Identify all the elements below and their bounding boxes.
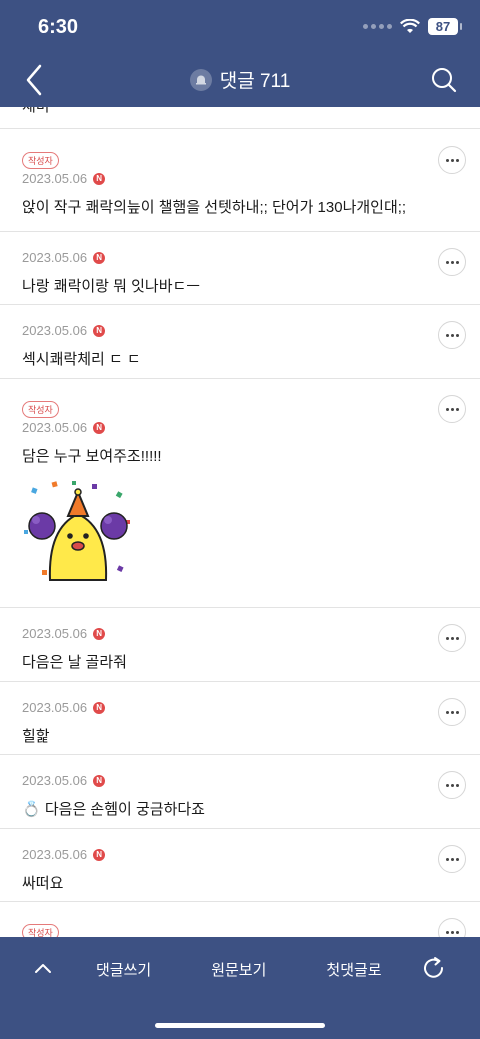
new-badge: N bbox=[93, 848, 106, 861]
more-options-button[interactable] bbox=[438, 918, 466, 937]
comment-meta: 2023.05.06 N bbox=[22, 305, 458, 338]
partial-comment-text: 재미 bbox=[22, 107, 50, 116]
partial-comment: 재미 bbox=[0, 107, 480, 129]
new-badge: N bbox=[93, 421, 106, 434]
search-button[interactable] bbox=[430, 66, 458, 94]
bottom-toolbar: 댓글쓰기 원문보기 첫댓글로 bbox=[0, 937, 480, 1039]
status-icons: 87 bbox=[363, 18, 462, 35]
more-options-button[interactable] bbox=[438, 624, 466, 652]
status-time: 6:30 bbox=[38, 16, 79, 38]
comment-text: 힐핥 bbox=[22, 728, 50, 745]
refresh-icon[interactable] bbox=[420, 955, 448, 983]
scroll-top-button[interactable] bbox=[30, 956, 56, 982]
comment-text: 나랑 쾌락이랑 뭐 잇나바ㄷㅡ bbox=[22, 278, 201, 295]
app-header: 6:30 87 댓글 711 bbox=[0, 0, 480, 107]
bell-icon[interactable] bbox=[189, 68, 212, 91]
author-tag: 작성자 bbox=[22, 924, 59, 937]
comment-date: 2023.05.06 bbox=[22, 847, 88, 862]
more-options-button[interactable] bbox=[438, 146, 466, 174]
new-badge: N bbox=[93, 627, 106, 640]
comment-item: 2023.05.06 N 섹시쾌락체리 ㄷ ㄷ bbox=[0, 305, 480, 379]
comment-item: 작성자 bbox=[0, 902, 480, 937]
comment-date: 2023.05.06 bbox=[22, 171, 88, 186]
comment-date: 2023.05.06 bbox=[22, 626, 88, 641]
comment-item: 2023.05.06 N 나랑 쾌락이랑 뭐 잇나바ㄷㅡ bbox=[0, 232, 480, 305]
more-options-button[interactable] bbox=[438, 395, 466, 423]
cheering-mascot-sticker bbox=[24, 481, 130, 581]
comment-text: 담은 누구 보여주조!!!!! bbox=[22, 448, 162, 465]
more-options-button[interactable] bbox=[438, 248, 466, 276]
more-options-button[interactable] bbox=[438, 698, 466, 726]
battery-icon: 87 bbox=[428, 18, 462, 35]
comment-text: 다음은 날 골라줘 bbox=[22, 654, 127, 671]
comment-meta: 2023.05.06 N bbox=[22, 420, 458, 435]
home-indicator bbox=[155, 1023, 325, 1028]
comment-date: 2023.05.06 bbox=[22, 250, 88, 265]
comment-meta: 2023.05.06 N bbox=[22, 608, 458, 641]
comment-item: 2023.05.06 N 싸떠요 bbox=[0, 829, 480, 902]
new-badge: N bbox=[93, 251, 106, 264]
comment-meta: 2023.05.06 N bbox=[22, 829, 458, 862]
author-tag: 작성자 bbox=[22, 401, 59, 418]
comment-item: 작성자 2023.05.06 N 앉이 작구 쾌락의늪이 챌햄을 선텟하내;; … bbox=[0, 129, 480, 232]
new-badge: N bbox=[93, 701, 106, 714]
page-title: 댓글 711 bbox=[219, 71, 291, 92]
comment-meta: 2023.05.06 N bbox=[22, 682, 458, 715]
comment-meta: 2023.05.06 N bbox=[22, 171, 458, 186]
comment-meta: 2023.05.06 N bbox=[22, 755, 458, 788]
more-options-button[interactable] bbox=[438, 321, 466, 349]
comment-text: 섹시쾌락체리 ㄷ ㄷ bbox=[22, 351, 141, 368]
wifi-icon bbox=[400, 18, 420, 33]
header-title-group: 댓글 711 bbox=[0, 66, 480, 93]
comment-text: 앉이 작구 쾌락의늪이 챌햄을 선텟하내;; 단어가 130나개인대;; bbox=[22, 199, 407, 216]
comment-date: 2023.05.06 bbox=[22, 420, 88, 435]
comment-text: 싸떠요 bbox=[22, 875, 64, 892]
toolbar-row: 댓글쓰기 원문보기 첫댓글로 bbox=[0, 937, 480, 1001]
comment-meta: 2023.05.06 N bbox=[22, 232, 458, 265]
write-comment-button[interactable]: 댓글쓰기 bbox=[96, 959, 151, 980]
comment-list[interactable]: 재미 작성자 2023.05.06 N 앉이 작구 쾌락의늪이 챌햄을 선텟하내… bbox=[0, 107, 480, 937]
author-tag: 작성자 bbox=[22, 152, 59, 169]
comment-item: 2023.05.06 N 다음은 날 골라줘 bbox=[0, 608, 480, 682]
new-badge: N bbox=[93, 774, 106, 787]
view-original-button[interactable]: 원문보기 bbox=[211, 959, 266, 980]
new-badge: N bbox=[93, 172, 106, 185]
comment-item: 2023.05.06 N 💍 다음은 손헴이 궁금하다죠 bbox=[0, 755, 480, 829]
signal-icon bbox=[363, 24, 392, 29]
comment-date: 2023.05.06 bbox=[22, 773, 88, 788]
new-badge: N bbox=[93, 324, 106, 337]
more-options-button[interactable] bbox=[438, 771, 466, 799]
comment-item: 2023.05.06 N 힐핥 bbox=[0, 682, 480, 755]
comment-text: 💍 다음은 손헴이 궁금하다죠 bbox=[22, 801, 205, 818]
first-comment-button[interactable]: 첫댓글로 bbox=[326, 959, 381, 980]
comment-date: 2023.05.06 bbox=[22, 323, 88, 338]
comment-item: 작성자 2023.05.06 N 담은 누구 보여주조!!!!! bbox=[0, 379, 480, 608]
more-options-button[interactable] bbox=[438, 845, 466, 873]
comment-date: 2023.05.06 bbox=[22, 700, 88, 715]
